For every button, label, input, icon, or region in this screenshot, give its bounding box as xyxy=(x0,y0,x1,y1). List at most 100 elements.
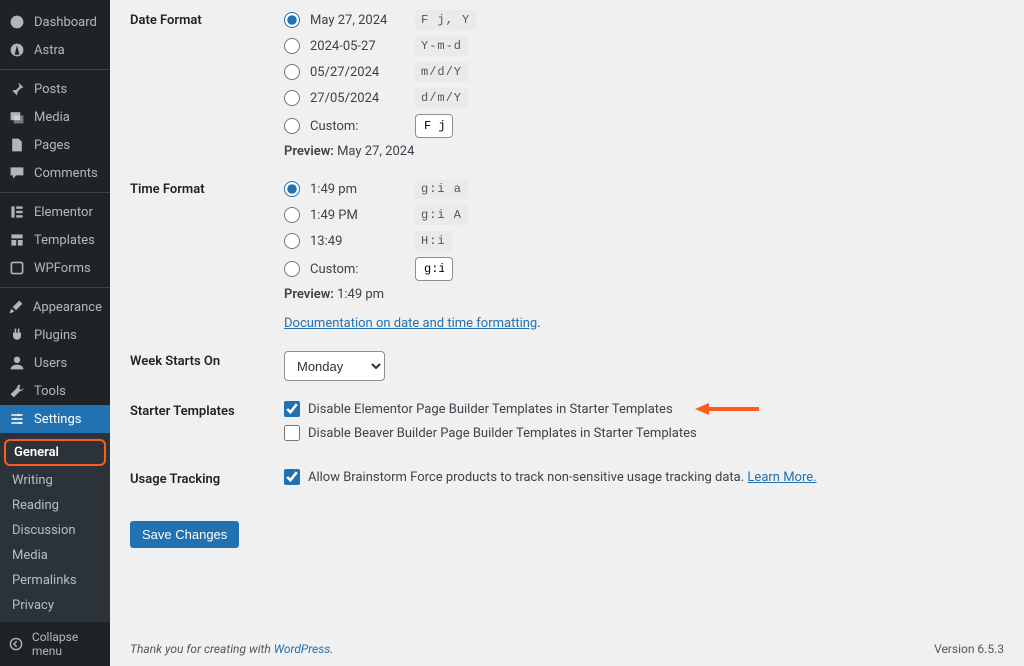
date-format-radio-custom[interactable] xyxy=(284,118,300,134)
sidebar-item-settings[interactable]: Settings xyxy=(0,405,110,433)
time-format-custom-input[interactable] xyxy=(415,257,453,281)
templates-icon xyxy=(8,232,26,248)
disable-elementor-label: Disable Elementor Page Builder Templates… xyxy=(308,402,673,417)
brush-icon xyxy=(8,299,25,315)
sidebar-item-label: Elementor xyxy=(34,205,93,220)
date-format-option-label: 27/05/2024 xyxy=(310,91,405,106)
time-format-option-label: 1:49 pm xyxy=(310,182,405,197)
page-icon xyxy=(8,137,26,153)
user-icon xyxy=(8,355,26,371)
sidebar-sub-reading[interactable]: Reading xyxy=(0,493,110,518)
date-format-label: Date Format xyxy=(130,10,284,159)
date-time-doc-link[interactable]: Documentation on date and time formattin… xyxy=(284,316,537,331)
week-starts-select[interactable]: Monday xyxy=(284,351,385,381)
collapse-icon xyxy=(8,637,24,651)
date-format-radio-1[interactable] xyxy=(284,38,300,54)
sidebar-sub-writing[interactable]: Writing xyxy=(0,468,110,493)
date-format-custom-input[interactable] xyxy=(415,114,453,138)
usage-tracking-text: Allow Brainstorm Force products to track… xyxy=(308,470,747,485)
sidebar-item-label: Posts xyxy=(34,82,67,97)
date-format-radio-2[interactable] xyxy=(284,64,300,80)
time-format-option-label: 1:49 PM xyxy=(310,208,405,223)
pin-icon xyxy=(8,81,26,97)
date-format-radio-0[interactable] xyxy=(284,12,300,28)
sidebar-item-label: Media xyxy=(34,110,70,125)
sidebar-item-comments[interactable]: Comments xyxy=(0,159,110,187)
sidebar-item-media[interactable]: Media xyxy=(0,103,110,131)
date-format-radio-3[interactable] xyxy=(284,90,300,106)
sidebar-item-pages[interactable]: Pages xyxy=(0,131,110,159)
time-format-radio-0[interactable] xyxy=(284,181,300,197)
version-label: Version 6.5.3 xyxy=(934,642,1004,656)
sidebar-item-templates[interactable]: Templates xyxy=(0,226,110,254)
admin-sidebar: Dashboard Astra Posts Media Pages Commen… xyxy=(0,0,110,666)
comment-icon xyxy=(8,165,26,181)
time-format-code: g:i A xyxy=(415,205,468,225)
sidebar-item-label: Settings xyxy=(34,412,81,427)
sidebar-item-label: Pages xyxy=(34,138,70,153)
dashboard-icon xyxy=(8,14,26,30)
sidebar-item-label: Astra xyxy=(34,43,65,58)
save-changes-button[interactable]: Save Changes xyxy=(130,521,239,548)
elementor-icon xyxy=(8,204,26,220)
time-format-code: g:i a xyxy=(415,179,468,199)
sidebar-sub-general[interactable]: General xyxy=(4,439,106,466)
sidebar-submenu: General Writing Reading Discussion Media… xyxy=(0,433,110,622)
time-format-preview: Preview: 1:49 pm xyxy=(284,287,1004,302)
sidebar-item-label: Users xyxy=(34,356,67,371)
date-format-preview: Preview: May 27, 2024 xyxy=(284,144,1004,159)
date-format-option-label: May 27, 2024 xyxy=(310,13,405,28)
date-format-option-label: 2024-05-27 xyxy=(310,39,405,54)
wordpress-link[interactable]: WordPress xyxy=(274,642,331,656)
collapse-menu[interactable]: Collapse menu xyxy=(0,622,110,666)
time-format-code: H:i xyxy=(415,231,452,251)
sidebar-sub-media[interactable]: Media xyxy=(0,543,110,568)
time-format-radio-2[interactable] xyxy=(284,233,300,249)
astra-icon xyxy=(8,42,26,58)
highlight-arrow-icon xyxy=(695,401,759,417)
sidebar-sub-privacy[interactable]: Privacy xyxy=(0,593,110,618)
sidebar-item-label: Dashboard xyxy=(34,15,97,30)
disable-beaver-checkbox[interactable] xyxy=(284,425,300,441)
sidebar-item-tools[interactable]: Tools xyxy=(0,377,110,405)
sidebar-item-appearance[interactable]: Appearance xyxy=(0,293,110,321)
sidebar-sub-discussion[interactable]: Discussion xyxy=(0,518,110,543)
time-format-radio-1[interactable] xyxy=(284,207,300,223)
time-format-radio-custom[interactable] xyxy=(284,261,300,277)
sidebar-item-label: Comments xyxy=(34,166,98,181)
sidebar-item-label: Appearance xyxy=(33,300,102,315)
time-format-option-label: 13:49 xyxy=(310,234,405,249)
usage-learn-more-link[interactable]: Learn More. xyxy=(747,470,816,485)
date-format-code: F j, Y xyxy=(415,10,476,30)
disable-elementor-checkbox[interactable] xyxy=(284,401,300,417)
sidebar-item-elementor[interactable]: Elementor xyxy=(0,198,110,226)
date-format-custom-label: Custom: xyxy=(310,119,405,134)
usage-tracking-checkbox[interactable] xyxy=(284,469,300,485)
sidebar-item-label: Tools xyxy=(34,384,66,399)
plug-icon xyxy=(8,327,26,343)
admin-footer: Thank you for creating with WordPress. V… xyxy=(130,628,1004,666)
sidebar-item-astra[interactable]: Astra xyxy=(0,36,110,64)
sliders-icon xyxy=(8,411,26,427)
time-format-custom-label: Custom: xyxy=(310,262,405,277)
date-format-code: m/d/Y xyxy=(415,62,468,82)
sidebar-item-dashboard[interactable]: Dashboard xyxy=(0,8,110,36)
sidebar-item-posts[interactable]: Posts xyxy=(0,75,110,103)
date-format-code: Y-m-d xyxy=(415,36,468,56)
sidebar-item-label: Templates xyxy=(34,233,95,248)
wrench-icon xyxy=(8,383,26,399)
usage-tracking-label: Usage Tracking xyxy=(130,469,284,493)
sidebar-item-users[interactable]: Users xyxy=(0,349,110,377)
starter-templates-label: Starter Templates xyxy=(130,401,284,449)
sidebar-item-wpforms[interactable]: WPForms xyxy=(0,254,110,282)
time-format-label: Time Format xyxy=(130,179,284,331)
date-format-code: d/m/Y xyxy=(415,88,468,108)
disable-beaver-label: Disable Beaver Builder Page Builder Temp… xyxy=(308,426,697,441)
date-format-option-label: 05/27/2024 xyxy=(310,65,405,80)
sidebar-item-plugins[interactable]: Plugins xyxy=(0,321,110,349)
week-starts-label: Week Starts On xyxy=(130,351,284,381)
sidebar-item-label: WPForms xyxy=(34,261,91,276)
wpforms-icon xyxy=(8,260,26,276)
sidebar-sub-permalinks[interactable]: Permalinks xyxy=(0,568,110,593)
sidebar-item-label: Plugins xyxy=(34,328,77,343)
